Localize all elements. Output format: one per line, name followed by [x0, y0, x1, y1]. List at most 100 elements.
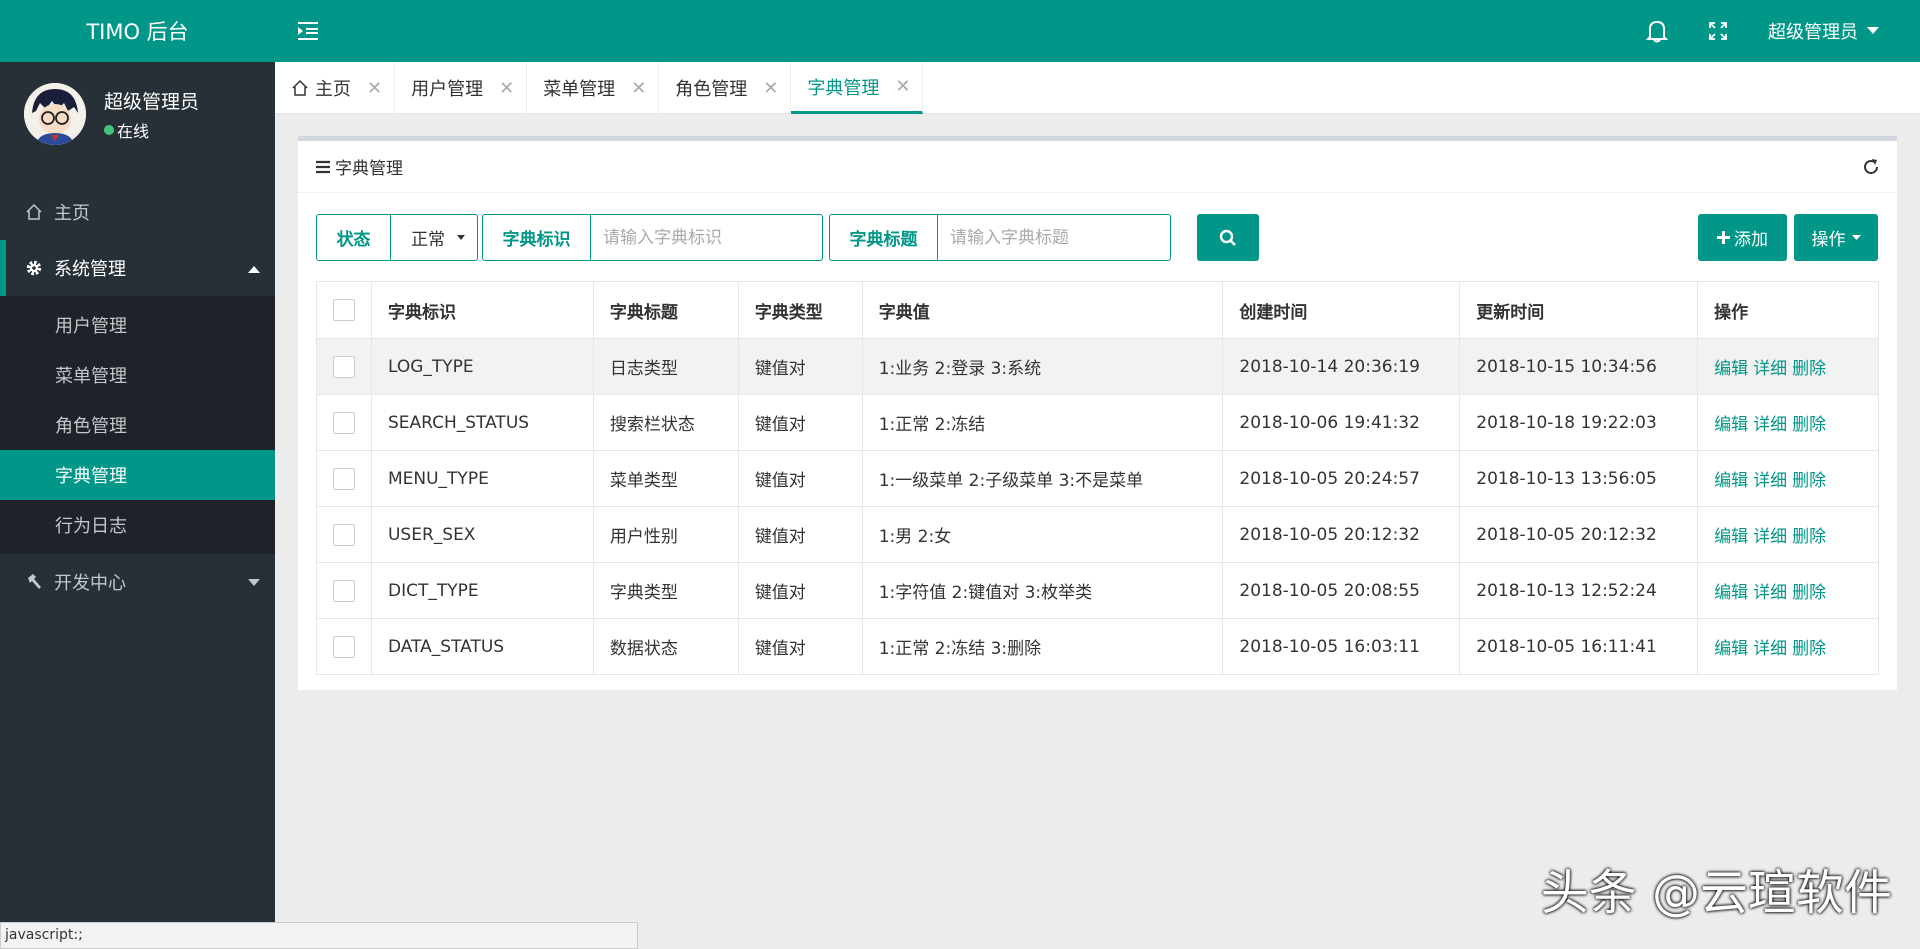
column-header[interactable]: 字典值	[861, 281, 1224, 339]
cell-value: 1:业务 2:登录 3:系统	[861, 338, 1224, 395]
menu-fold-icon[interactable]	[297, 19, 321, 43]
sidebar-item-menus[interactable]: 菜单管理	[0, 350, 275, 400]
edit-link[interactable]: 编辑	[1714, 415, 1748, 435]
bell-icon[interactable]	[1626, 0, 1688, 62]
delete-link[interactable]: 删除	[1792, 359, 1826, 379]
delete-link[interactable]: 删除	[1792, 415, 1826, 435]
caret-down-icon	[1866, 26, 1880, 36]
tab-label: 字典管理	[807, 77, 880, 99]
tab-menus[interactable]: 菜单管理 ✕	[527, 62, 660, 114]
column-header[interactable]: 更新时间	[1459, 281, 1699, 339]
home-icon	[24, 203, 44, 221]
table-row[interactable]: DICT_TYPE 字典类型 键值对 1:字符值 2:键值对 3:枚举类 2018-10…	[316, 562, 1879, 619]
user-name: 超级管理员	[104, 90, 200, 113]
column-header[interactable]: 字典标题	[592, 281, 739, 339]
home-icon	[291, 79, 309, 97]
caret-down-icon	[457, 234, 465, 241]
table-row[interactable]: USER_SEX 用户性别 键值对 1:男 2:女 2018-10-05 20:12:3…	[316, 506, 1879, 563]
delete-link[interactable]: 删除	[1792, 639, 1826, 659]
ops-dropdown-button[interactable]: 操作	[1794, 214, 1878, 261]
delete-link[interactable]: 删除	[1792, 583, 1826, 603]
table-row[interactable]: DATA_STATUS 数据状态 键值对 1:正常 2:冻结 3:删除 2018-10-…	[316, 618, 1879, 675]
sidebar-item-system[interactable]: 系统管理	[0, 240, 275, 296]
dict-title-input[interactable]	[938, 215, 1164, 260]
cell-created: 2018-10-05 16:03:11	[1222, 618, 1461, 675]
cell-type: 键值对	[737, 562, 863, 619]
delete-link[interactable]: 删除	[1792, 527, 1826, 547]
cell-value: 1:一级菜单 2:子级菜单 3:不是菜单	[861, 450, 1224, 507]
cell-type: 键值对	[737, 450, 863, 507]
edit-link[interactable]: 编辑	[1714, 359, 1748, 379]
tab-label: 用户管理	[411, 79, 484, 100]
header-user-menu[interactable]: 超级管理员	[1748, 0, 1920, 62]
tab-dict[interactable]: 字典管理 ✕	[791, 62, 924, 114]
sidebar-item-logs[interactable]: 行为日志	[0, 500, 275, 550]
detail-link[interactable]: 详细	[1753, 583, 1787, 603]
edit-link[interactable]: 编辑	[1714, 639, 1748, 659]
sidebar-item-users[interactable]: 用户管理	[0, 300, 275, 350]
refresh-icon[interactable]	[1861, 157, 1881, 177]
cell-updated: 2018-10-15 10:34:56	[1459, 338, 1699, 395]
status-select[interactable]: 正常	[391, 215, 475, 260]
top-header: 超级管理员	[275, 0, 1920, 62]
table-row[interactable]: LOG_TYPE 日志类型 键值对 1:业务 2:登录 3:系统 2018-10-14 …	[316, 338, 1879, 395]
row-checkbox[interactable]	[333, 355, 355, 378]
close-icon[interactable]: ✕	[895, 76, 910, 97]
sidebar-item-roles[interactable]: 角色管理	[0, 400, 275, 450]
detail-link[interactable]: 详细	[1753, 639, 1787, 659]
plus-icon	[1717, 231, 1730, 244]
sidebar-item-dict[interactable]: 字典管理	[0, 450, 275, 500]
row-checkbox[interactable]	[333, 523, 355, 546]
close-icon[interactable]: ✕	[499, 78, 514, 99]
fullscreen-icon[interactable]	[1688, 0, 1748, 62]
add-button-label: 添加	[1734, 230, 1768, 250]
sidebar-item-label: 开发中心	[54, 573, 126, 594]
cell-name: LOG_TYPE	[370, 338, 594, 395]
column-header[interactable]: 创建时间	[1222, 281, 1461, 339]
tab-home[interactable]: 主页 ✕	[275, 62, 396, 114]
close-icon[interactable]: ✕	[763, 78, 778, 99]
close-icon[interactable]: ✕	[367, 78, 382, 99]
cell-updated: 2018-10-05 20:12:32	[1459, 506, 1699, 563]
sidebar-item-home[interactable]: 主页	[0, 184, 275, 240]
tab-roles[interactable]: 角色管理 ✕	[659, 62, 792, 114]
dict-table: 字典标识 字典标题 字典类型 字典值 创建时间 更新时间 操作 LOG_TYPE…	[316, 281, 1879, 675]
header-user-label: 超级管理员	[1768, 22, 1858, 43]
row-checkbox[interactable]	[333, 411, 355, 434]
list-icon	[316, 160, 330, 174]
brand-logo[interactable]: TIMO 后台	[0, 0, 275, 62]
row-checkbox[interactable]	[333, 579, 355, 602]
title-filter-label: 字典标题	[830, 215, 938, 260]
detail-link[interactable]: 详细	[1753, 359, 1787, 379]
edit-link[interactable]: 编辑	[1714, 583, 1748, 603]
column-header[interactable]: 字典类型	[737, 281, 863, 339]
close-icon[interactable]: ✕	[631, 78, 646, 99]
cell-created: 2018-10-05 20:24:57	[1222, 450, 1461, 507]
dict-name-input[interactable]	[591, 215, 816, 260]
sidebar-item-dev-center[interactable]: 开发中心	[0, 554, 275, 610]
edit-link[interactable]: 编辑	[1714, 471, 1748, 491]
cell-title: 字典类型	[592, 562, 739, 619]
add-button[interactable]: 添加	[1698, 214, 1787, 261]
cell-title: 菜单类型	[592, 450, 739, 507]
cell-actions: 编辑 详细 删除	[1697, 618, 1879, 675]
table-row[interactable]: SEARCH_STATUS 搜索栏状态 键值对 1:正常 2:冻结 2018-10-06…	[316, 394, 1879, 451]
edit-link[interactable]: 编辑	[1714, 527, 1748, 547]
select-all-checkbox[interactable]	[333, 299, 355, 321]
title-filter: 字典标题	[829, 214, 1171, 261]
cell-name: SEARCH_STATUS	[370, 394, 594, 451]
row-checkbox[interactable]	[333, 467, 355, 490]
column-header[interactable]: 字典标识	[370, 281, 594, 339]
detail-link[interactable]: 详细	[1753, 527, 1787, 547]
tab-users[interactable]: 用户管理 ✕	[395, 62, 528, 114]
detail-link[interactable]: 详细	[1753, 471, 1787, 491]
delete-link[interactable]: 删除	[1792, 471, 1826, 491]
search-button[interactable]	[1197, 214, 1259, 261]
user-status: 在线	[104, 118, 199, 142]
row-checkbox[interactable]	[333, 635, 355, 658]
cell-title: 搜索栏状态	[592, 394, 739, 451]
table-row[interactable]: MENU_TYPE 菜单类型 键值对 1:一级菜单 2:子级菜单 3:不是菜单 2018…	[316, 450, 1879, 507]
tab-label: 菜单管理	[543, 79, 616, 100]
cell-updated: 2018-10-18 19:22:03	[1459, 394, 1699, 451]
detail-link[interactable]: 详细	[1753, 415, 1787, 435]
